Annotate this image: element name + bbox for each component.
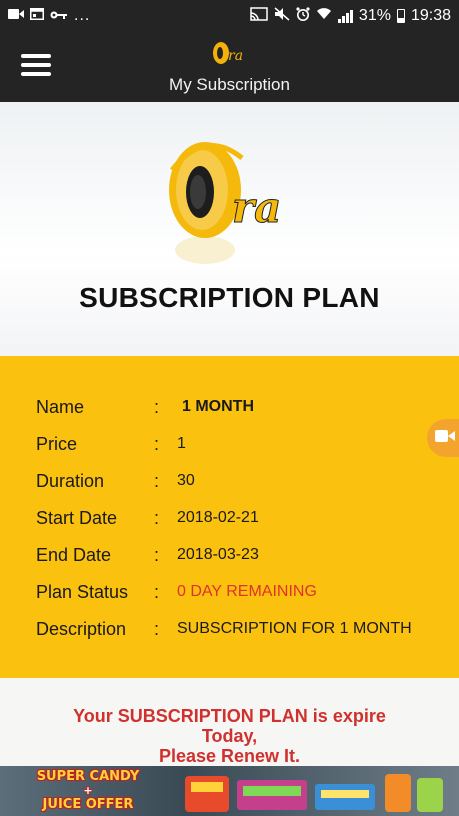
status-right-icons: 31% 19:38 bbox=[250, 6, 451, 26]
detail-value: 1 MONTH bbox=[182, 398, 254, 415]
status-bar: ... 31% 19:38 bbox=[0, 0, 459, 32]
ad-line: JUICE OFFER bbox=[42, 797, 134, 812]
ad-banner[interactable]: SUPER CANDY + JUICE OFFER bbox=[0, 766, 459, 816]
cast-icon bbox=[250, 6, 268, 26]
detail-value: 1 bbox=[177, 435, 186, 452]
detail-label: Name bbox=[36, 396, 85, 417]
video-camera-icon bbox=[435, 429, 455, 448]
status-time: 19:38 bbox=[410, 7, 451, 24]
detail-label: Start Date bbox=[36, 507, 118, 528]
detail-row-end-date: End Date : 2018-03-23 bbox=[36, 542, 439, 568]
detail-colon: : bbox=[154, 581, 160, 602]
detail-row-description: Description : SUBSCRIPTION FOR 1 MONTH bbox=[36, 616, 439, 642]
ad-line: SUPER CANDY bbox=[36, 769, 140, 784]
screen-recorder-button[interactable] bbox=[427, 419, 459, 457]
expire-message-area: Your SUBSCRIPTION PLAN is expire Today, … bbox=[0, 678, 459, 766]
detail-colon: : bbox=[154, 396, 160, 417]
detail-row-name: Name : 1 MONTH bbox=[36, 394, 439, 420]
plan-heading: SUBSCRIPTION PLAN bbox=[79, 282, 380, 313]
subscription-details: Name : 1 MONTH Price : 1 Duration : 30 S… bbox=[0, 356, 459, 678]
ad-product-image bbox=[185, 770, 455, 816]
detail-colon: : bbox=[154, 470, 160, 491]
detail-row-price: Price : 1 bbox=[36, 431, 439, 457]
menu-icon[interactable] bbox=[21, 54, 51, 76]
detail-row-start-date: Start Date : 2018-02-21 bbox=[36, 505, 439, 531]
calendar-icon bbox=[30, 7, 44, 25]
video-camera-icon bbox=[8, 7, 24, 25]
expire-message: Your SUBSCRIPTION PLAN is expire Today, … bbox=[40, 706, 419, 766]
ora-logo: ra bbox=[160, 130, 300, 270]
ad-plus: + bbox=[83, 784, 93, 797]
detail-label: Plan Status bbox=[36, 581, 129, 602]
battery-percent: 31% bbox=[358, 7, 391, 24]
detail-value: 2018-02-21 bbox=[177, 509, 259, 526]
detail-label: Price bbox=[36, 433, 78, 454]
wifi-icon bbox=[316, 7, 332, 25]
detail-row-plan-status: Plan Status : 0 DAY REMAINING bbox=[36, 579, 439, 605]
page-title: My Subscription bbox=[169, 75, 290, 94]
app-logo: ra bbox=[211, 40, 247, 66]
app-logo-text: ra bbox=[228, 48, 243, 64]
plan-status-value: 0 DAY REMAINING bbox=[177, 583, 317, 600]
detail-colon: : bbox=[154, 544, 160, 565]
mute-icon bbox=[274, 6, 290, 26]
expire-message-line: Your SUBSCRIPTION PLAN is expire bbox=[73, 706, 386, 726]
app-bar: ra My Subscription bbox=[0, 32, 459, 102]
status-left-icons: ... bbox=[8, 7, 90, 25]
detail-row-duration: Duration : 30 bbox=[36, 468, 439, 494]
more-notifications-text: ... bbox=[74, 7, 91, 24]
battery-icon bbox=[396, 9, 405, 23]
expire-message-line: Please Renew It. bbox=[158, 746, 301, 766]
detail-label: Description bbox=[36, 618, 127, 639]
detail-value: SUBSCRIPTION FOR 1 MONTH bbox=[177, 620, 412, 637]
ad-headline: SUPER CANDY + JUICE OFFER bbox=[8, 770, 168, 812]
signal-icon bbox=[337, 9, 353, 23]
plan-header: ra SUBSCRIPTION PLAN bbox=[0, 102, 459, 356]
expire-message-line: Today, bbox=[201, 726, 258, 746]
detail-label: End Date bbox=[36, 544, 112, 565]
detail-colon: : bbox=[154, 618, 160, 639]
detail-value: 30 bbox=[177, 472, 195, 489]
key-icon bbox=[50, 7, 68, 25]
logo-text: ra bbox=[232, 183, 281, 232]
detail-colon: : bbox=[154, 507, 160, 528]
alarm-icon bbox=[296, 6, 310, 26]
detail-value: 2018-03-23 bbox=[177, 546, 259, 563]
detail-label: Duration bbox=[36, 470, 105, 491]
detail-colon: : bbox=[154, 433, 160, 454]
